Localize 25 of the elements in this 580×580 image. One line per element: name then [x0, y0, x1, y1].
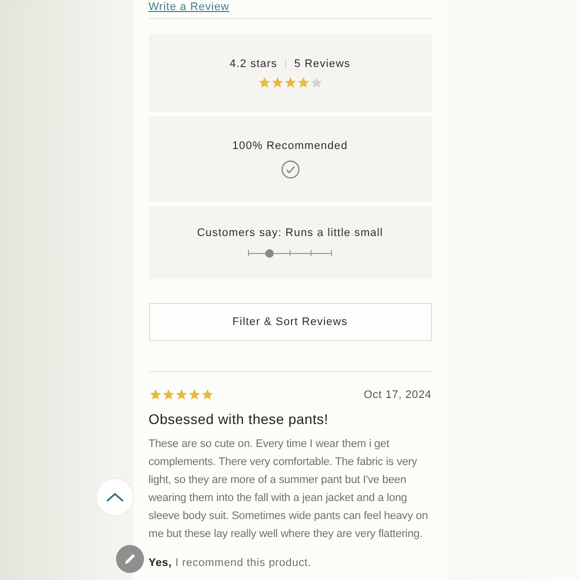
pencil-icon — [123, 552, 137, 566]
checkmark-icon — [280, 160, 300, 178]
write-review-link[interactable]: Write a Review — [148, 0, 230, 14]
star-icon — [162, 388, 174, 401]
recommend-text: Yes, I recommend this product. — [148, 557, 312, 569]
chevron-up-icon — [106, 492, 124, 502]
review-count: 5 Reviews — [294, 58, 350, 70]
recommended-text: 100% Recommended — [232, 140, 348, 152]
star-icon — [310, 76, 322, 88]
rating-text: 4.2 stars — [230, 58, 278, 70]
star-icon — [296, 76, 310, 88]
star-icon — [200, 388, 214, 401]
review-date: Oct 17, 2024 — [364, 388, 432, 400]
review-text: These are so cute on. Every time I wear them i get complements. There very comfortable. The fabric is very light, so they are more of a summer pant but I've been wearing them into the fall with a jean jacket and a long sleeve body suit. Sometimes wide pants can feel heavy on me but these lay really well where they are very flattering. — [148, 437, 429, 542]
star-icon — [148, 388, 162, 401]
star-icon — [188, 388, 200, 401]
scroll-top-button[interactable] — [96, 478, 134, 516]
filter-sort-button[interactable]: Filter & Sort Reviews — [148, 303, 432, 341]
star-icon — [258, 76, 270, 88]
star-icon — [284, 76, 296, 88]
fit-text: Customers say: Runs a little small — [196, 227, 384, 239]
star-icon — [174, 388, 188, 401]
edit-button[interactable] — [116, 545, 144, 573]
star-icon — [270, 76, 284, 88]
review-title: Obsessed with these pants! — [148, 411, 330, 427]
